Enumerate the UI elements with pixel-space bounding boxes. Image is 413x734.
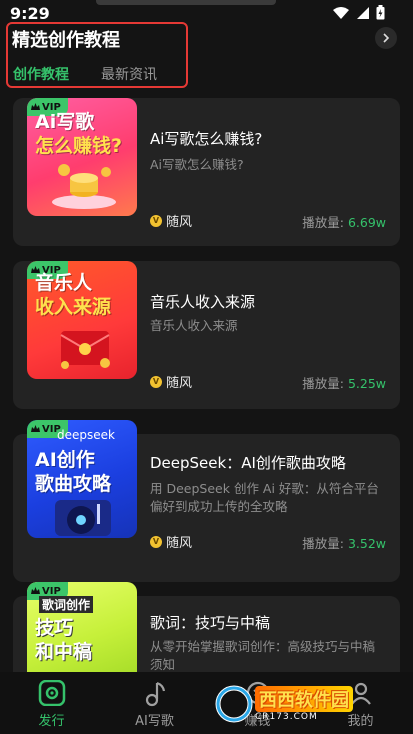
card-title: DeepSeek：AI创作歌曲攻略 [150,454,346,472]
card-title: 歌词：技巧与中稿 [150,614,271,632]
play-count: 播放量: 6.69w [302,212,386,231]
card-subtitle: 从零开始掌握歌词创作：高级技巧与中稿须知 [150,639,376,672]
nav-ai-songwriting[interactable]: AI写歌 [103,672,206,734]
card-subtitle: 音乐人收入来源 [150,318,238,333]
thumb-line: 歌曲攻略 [35,473,112,495]
play-count-value: 3.52w [347,536,386,551]
thumb-text: Ai写歌 怎么赚钱? [35,110,122,158]
nav-label: AI写歌 [135,714,174,729]
wifi-icon [333,6,349,19]
author-name: 随风 [166,536,193,551]
card-thumbnail: VIP 歌词创作 技巧 和中稿 [27,582,137,672]
thumb-text: 技巧 和中稿 [35,616,92,664]
card-author: V 随风 [150,532,192,551]
play-count-label: 播放量: [302,376,348,391]
music-note-icon [145,681,165,707]
author-name: 随风 [166,376,193,391]
tutorial-card[interactable]: VIP deepseek AI创作 歌曲攻略 DeepSeek：AI创作歌曲攻略… [13,420,400,582]
signal-icon [357,6,369,19]
watermark-title: 西西软件园 [255,686,353,712]
card-author: V 随风 [150,211,192,230]
thumb-line: 技巧 [35,617,74,639]
thumb-tag: 歌词创作 [39,596,94,613]
record-player-illustration [55,500,111,536]
play-count-label: 播放量: [302,215,348,230]
thumb-text: 音乐人 收入来源 [35,271,111,319]
card-title: 音乐人收入来源 [150,293,256,311]
watermark-logo-icon [215,685,253,723]
play-count-label: 播放量: [302,536,348,551]
nav-release[interactable]: 发行 [0,672,103,734]
thumb-text: AI创作 歌曲攻略 [35,448,111,496]
coins-illustration [52,164,116,209]
thumb-line: AI创作 [35,449,95,471]
author-name: 随风 [166,215,193,230]
status-time: 9:29 [10,4,50,23]
card-title: Ai写歌怎么赚钱? [150,130,263,148]
red-envelope-illustration [60,331,110,369]
tutorial-card[interactable]: VIP Ai写歌 怎么赚钱? Ai写歌怎么赚钱? Ai写歌怎么赚钱? V 随风 … [13,98,400,246]
battery-icon [376,5,385,20]
card-subtitle: Ai写歌怎么赚钱? [150,157,244,172]
watermark: 西西软件园 CR173.COM [215,684,390,724]
status-icons [332,5,385,20]
thumb-line: 收入来源 [35,296,112,318]
thumb-line: 怎么赚钱? [35,135,123,157]
verified-icon: V [150,375,162,388]
card-thumbnail: VIP deepseek AI创作 歌曲攻略 [27,420,137,538]
play-count: 播放量: 3.52w [302,533,386,552]
tutorial-card[interactable]: VIP 音乐人 收入来源 音乐人收入来源 音乐人收入来源 V 随风 播放量: 5… [13,261,400,409]
thumb-line: 和中稿 [35,641,93,663]
verified-icon: V [150,535,162,548]
card-author: V 随风 [150,372,192,391]
chevron-right-icon [383,33,390,43]
verified-icon: V [150,214,162,227]
deepseek-logo-text: deepseek [57,428,115,442]
release-icon [38,680,65,706]
crown-icon [31,587,40,594]
vip-label: VIP [42,585,61,597]
play-count: 播放量: 5.25w [302,373,386,392]
tab-latest-news[interactable]: 最新资讯 [101,64,157,84]
play-count-value: 6.69w [347,215,386,230]
card-thumbnail: VIP Ai写歌 怎么赚钱? [27,98,137,216]
tab-creation-tutorials[interactable]: 创作教程 [13,64,69,84]
crown-icon [31,425,40,432]
more-button[interactable] [375,27,397,49]
card-subtitle: 用 DeepSeek 创作 Ai 好歌：从符合平台偏好到成功上传的全攻略 [150,481,379,514]
previous-content-strip [96,0,276,5]
thumb-line: 音乐人 [35,272,93,294]
thumb-line: Ai写歌 [35,111,95,133]
card-thumbnail: VIP 音乐人 收入来源 [27,261,137,379]
section-title: 精选创作教程 [12,30,120,51]
nav-label: 发行 [38,714,65,729]
watermark-domain: CR173.COM [255,712,318,722]
play-count-value: 5.25w [347,376,386,391]
